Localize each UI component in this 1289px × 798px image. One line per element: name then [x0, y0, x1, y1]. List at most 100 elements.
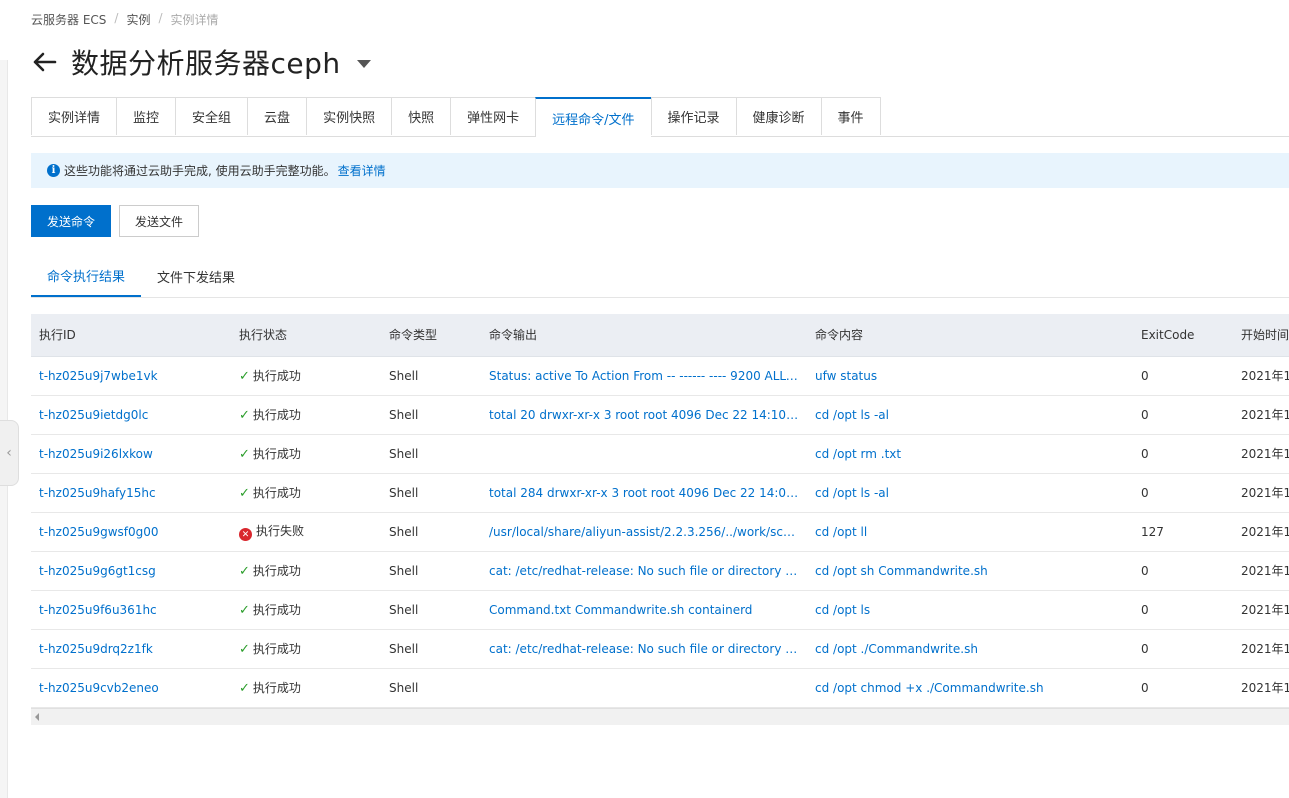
output-link[interactable]: [481, 434, 807, 473]
start-time-cell: 2021年12: [1241, 525, 1289, 539]
execution-id-link[interactable]: t-hz025u9gwsf0g00: [31, 512, 231, 551]
output-link[interactable]: /usr/local/share/aliyun-assist/2.2.3.256…: [481, 512, 807, 551]
tab-eni[interactable]: 弹性网卡: [450, 97, 536, 135]
check-icon: ✓: [239, 603, 250, 618]
subtab-command-results[interactable]: 命令执行结果: [31, 256, 142, 297]
table-row: t-hz025u9hafy15hc ✓ 执行成功 Shell total 284 …: [31, 473, 1289, 512]
tab-events[interactable]: 事件: [820, 97, 881, 135]
exitcode-cell: 0: [1141, 368, 1149, 383]
column-header: 开始时间: [1233, 314, 1289, 357]
breadcrumb-instances[interactable]: 实例: [126, 11, 150, 28]
tab-monitoring[interactable]: 监控: [116, 97, 176, 135]
tab-instance-snapshots[interactable]: 实例快照: [306, 97, 392, 135]
subtab-file-results[interactable]: 文件下发结果: [141, 256, 251, 296]
status-text: 执行成功: [252, 408, 301, 422]
output-link[interactable]: total 284 drwxr-xr-x 3 root root 4096 De…: [481, 473, 807, 512]
tab-snapshots[interactable]: 快照: [391, 97, 451, 135]
start-time-cell: 2021年12: [1241, 447, 1289, 461]
collapse-sidebar-icon[interactable]: ‹: [0, 420, 19, 486]
table-row: t-hz025u9ietdg0lc ✓ 执行成功 Shell total 20 d…: [31, 395, 1289, 434]
status-text: 执行成功: [252, 603, 301, 617]
execution-id-link[interactable]: t-hz025u9i26lxkow: [31, 434, 231, 473]
content-link[interactable]: cd /opt ls -al: [807, 473, 1133, 512]
output-link[interactable]: Status: active To Action From -- ------ …: [481, 356, 807, 395]
results-table: 执行ID 执行状态 命令类型 命令输出 命令内容 ExitCode 开始时间 t…: [31, 314, 1289, 708]
table-row: t-hz025u9drq2z1fk ✓ 执行成功 Shell cat: /etc/…: [31, 629, 1289, 668]
content-link[interactable]: cd /opt chmod +x ./Commandwrite.sh: [807, 668, 1133, 707]
type-cell: Shell: [389, 563, 419, 578]
execution-id-link[interactable]: t-hz025u9ietdg0lc: [31, 395, 231, 434]
execution-id-link[interactable]: t-hz025u9cvb2eneo: [31, 668, 231, 707]
notice-details-link[interactable]: 查看详情: [338, 162, 386, 179]
send-command-button[interactable]: 发送命令: [31, 205, 111, 237]
check-icon: ✓: [239, 447, 250, 462]
exitcode-cell: 0: [1141, 563, 1149, 578]
scroll-left-arrow-icon[interactable]: [35, 712, 39, 721]
tab-operation-logs[interactable]: 操作记录: [650, 97, 736, 135]
page-title: 数据分析服务器ceph: [71, 47, 341, 80]
status-cell: ✓ 执行成功: [231, 356, 381, 395]
execution-id-link[interactable]: t-hz025u9hafy15hc: [31, 473, 231, 512]
status-cell: ✓ 执行成功: [231, 551, 381, 590]
status-text: 执行成功: [252, 642, 301, 656]
breadcrumb-separator: /: [114, 11, 119, 25]
execution-id-link[interactable]: t-hz025u9f6u361hc: [31, 590, 231, 629]
exitcode-cell: 0: [1141, 680, 1149, 695]
horizontal-scrollbar[interactable]: [31, 707, 1289, 725]
status-cell: ✓ 执行成功: [231, 395, 381, 434]
content-link[interactable]: cd /opt ./Commandwrite.sh: [807, 629, 1133, 668]
exitcode-cell: 127: [1141, 524, 1164, 539]
start-time-cell: 2021年12: [1241, 681, 1289, 695]
status-cell: ✕ 执行失败: [231, 512, 381, 551]
send-file-button[interactable]: 发送文件: [119, 205, 199, 237]
type-cell: Shell: [389, 680, 419, 695]
status-text: 执行成功: [252, 369, 301, 383]
start-time-cell: 2021年12: [1241, 564, 1289, 578]
table-row: t-hz025u9j7wbe1vk ✓ 执行成功 Shell Status: ac…: [31, 356, 1289, 395]
start-time-cell: 2021年12: [1241, 408, 1289, 422]
output-link[interactable]: Command.txt Commandwrite.sh containerd: [481, 590, 807, 629]
status-cell: ✓ 执行成功: [231, 668, 381, 707]
output-link[interactable]: cat: /etc/redhat-release: No such file o…: [481, 629, 807, 668]
execution-id-link[interactable]: t-hz025u9drq2z1fk: [31, 629, 231, 668]
breadcrumb-ecs[interactable]: 云服务器 ECS: [31, 11, 106, 28]
output-link[interactable]: [481, 668, 807, 707]
table-row: t-hz025u9i26lxkow ✓ 执行成功 Shell cd /opt rm…: [31, 434, 1289, 473]
tab-remote-commands[interactable]: 远程命令/文件: [535, 97, 651, 137]
back-arrow-icon[interactable]: [31, 49, 57, 75]
execution-id-link[interactable]: t-hz025u9g6gt1csg: [31, 551, 231, 590]
breadcrumb: 云服务器 ECS / 实例 / 实例详情: [31, 11, 219, 28]
check-icon: ✓: [239, 486, 250, 501]
tab-disks[interactable]: 云盘: [247, 97, 307, 135]
status-text: 执行失败: [256, 523, 305, 538]
check-icon: ✓: [239, 681, 250, 696]
content-link[interactable]: cd /opt ls: [807, 590, 1133, 629]
table-row: t-hz025u9f6u361hc ✓ 执行成功 Shell Command.tx…: [31, 590, 1289, 629]
content-link[interactable]: ufw status: [807, 356, 1133, 395]
content-link[interactable]: cd /opt ls -al: [807, 395, 1133, 434]
execution-id-link[interactable]: t-hz025u9j7wbe1vk: [31, 356, 231, 395]
instance-switch-dropdown-icon[interactable]: [356, 60, 371, 68]
column-header: 执行ID: [31, 314, 231, 357]
exitcode-cell: 0: [1141, 446, 1149, 461]
content-link[interactable]: cd /opt ll: [807, 512, 1133, 551]
output-link[interactable]: total 20 drwxr-xr-x 3 root root 4096 Dec…: [481, 395, 807, 434]
column-header: 命令类型: [381, 314, 481, 357]
table-header-row: 执行ID 执行状态 命令类型 命令输出 命令内容 ExitCode 开始时间: [31, 314, 1289, 357]
tab-instance-details[interactable]: 实例详情: [31, 97, 117, 135]
content-link[interactable]: cd /opt rm .txt: [807, 434, 1133, 473]
column-header: 命令内容: [807, 314, 1133, 357]
exitcode-cell: 0: [1141, 602, 1149, 617]
status-cell: ✓ 执行成功: [231, 473, 381, 512]
output-link[interactable]: cat: /etc/redhat-release: No such file o…: [481, 551, 807, 590]
status-cell: ✓ 执行成功: [231, 590, 381, 629]
content-link[interactable]: cd /opt sh Commandwrite.sh: [807, 551, 1133, 590]
exitcode-cell: 0: [1141, 641, 1149, 656]
type-cell: Shell: [389, 641, 419, 656]
tab-health-diagnosis[interactable]: 健康诊断: [735, 97, 821, 135]
type-cell: Shell: [389, 485, 419, 500]
exitcode-cell: 0: [1141, 407, 1149, 422]
status-text: 执行成功: [252, 486, 301, 500]
title-row: 数据分析服务器ceph: [31, 42, 371, 82]
tab-security-groups[interactable]: 安全组: [175, 97, 248, 135]
